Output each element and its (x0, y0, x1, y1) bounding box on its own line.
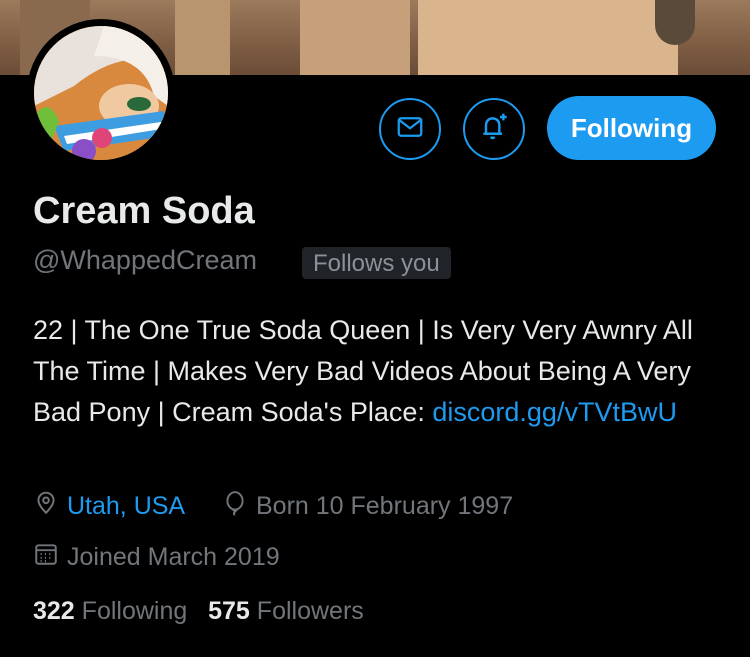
location-link[interactable]: Utah, USA (67, 492, 185, 521)
join-date: Joined March 2019 (33, 541, 280, 574)
birthday: Born 10 February 1997 (222, 490, 513, 523)
location-pin-icon (33, 490, 67, 523)
followers-count: 575 (208, 597, 250, 625)
avatar-image (34, 26, 168, 160)
avatar[interactable] (27, 19, 175, 167)
calendar-icon (33, 541, 67, 574)
following-label: Following (81, 597, 188, 625)
location: Utah, USA (33, 490, 185, 523)
envelope-icon (395, 112, 425, 147)
followers-label: Followers (256, 597, 364, 625)
following-link[interactable]: 322 Following (33, 597, 187, 625)
bio-link[interactable]: discord.gg/vTVtBwU (432, 397, 677, 427)
banner-art (175, 0, 230, 75)
message-button[interactable] (379, 98, 441, 160)
followers-link[interactable]: 575 Followers (208, 597, 364, 625)
following-button[interactable]: Following (547, 96, 716, 160)
birthday-text: Born 10 February 1997 (256, 492, 514, 520)
balloon-icon (222, 490, 256, 523)
bell-plus-icon (478, 111, 510, 148)
notifications-button[interactable] (463, 98, 525, 160)
follow-counts: 322 Following 575 Followers (33, 597, 364, 626)
display-name: Cream Soda (33, 190, 255, 232)
bio: 22 | The One True Soda Queen | Is Very V… (33, 310, 723, 433)
banner-art (418, 0, 678, 75)
following-count: 322 (33, 597, 75, 625)
joined-text: Joined March 2019 (67, 543, 280, 571)
username-handle: @WhappedCream (33, 245, 258, 275)
banner-art (300, 0, 410, 75)
follows-you-badge: Follows you (302, 247, 451, 279)
banner-art (655, 0, 695, 45)
